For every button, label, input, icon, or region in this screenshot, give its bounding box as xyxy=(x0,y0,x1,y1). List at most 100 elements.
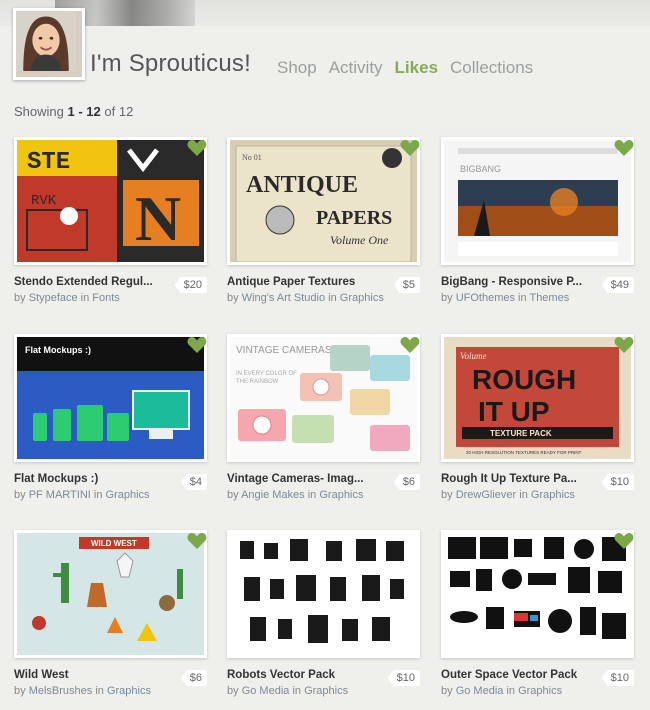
in-word: in xyxy=(95,685,104,697)
by-word: by xyxy=(14,292,26,304)
profile-name: I'm Sprouticus! xyxy=(90,50,251,77)
price-tag: $49 xyxy=(601,277,634,293)
product-thumbnail[interactable]: No 01 ANTIQUE PAPERS Volume One xyxy=(227,137,420,265)
price-tag: $10 xyxy=(601,670,634,686)
like-heart-icon[interactable] xyxy=(399,334,421,356)
author-link[interactable]: Angie Makes xyxy=(241,489,305,501)
category-link[interactable]: Graphics xyxy=(531,489,575,501)
product-byline: by Angie Makes in Graphics xyxy=(227,489,363,501)
thumb-text: No 01 xyxy=(242,153,262,162)
product-thumbnail[interactable] xyxy=(441,530,634,658)
like-heart-icon[interactable] xyxy=(186,137,208,159)
category-link[interactable]: Graphics xyxy=(106,489,150,501)
product-title[interactable]: BigBang - Responsive P... xyxy=(441,276,601,288)
product-title[interactable]: Robots Vector Pack xyxy=(227,669,387,681)
author-link[interactable]: MelsBrushes xyxy=(29,685,93,697)
product-byline: by DrewGliever in Graphics xyxy=(441,489,575,501)
in-word: in xyxy=(506,685,516,697)
in-word: in xyxy=(307,489,317,501)
category-link[interactable]: Graphics xyxy=(304,685,348,697)
product-thumbnail[interactable]: STE RVK N xyxy=(14,137,207,265)
in-word: in xyxy=(292,685,302,697)
in-word: in xyxy=(519,489,528,501)
like-heart-icon[interactable] xyxy=(186,530,208,552)
product-thumbnail[interactable]: Flat Mockups :) xyxy=(14,334,207,462)
category-link[interactable]: Graphics xyxy=(518,685,562,697)
price-tag: $6 xyxy=(393,474,420,490)
thumb-text: PAPERS xyxy=(316,207,392,229)
product-thumbnail[interactable]: VINTAGE CAMERAS IN EVERY COLOR OF THE RA… xyxy=(227,334,420,462)
thumb-text: BIGBANG xyxy=(460,164,501,174)
category-link[interactable]: Fonts xyxy=(92,292,120,304)
thumb-text: Flat Mockups :) xyxy=(25,345,91,355)
author-link[interactable]: UFOthemes xyxy=(456,292,515,304)
price-tag: $6 xyxy=(180,670,207,686)
category-link[interactable]: Graphics xyxy=(340,292,384,304)
product-byline: by Stypeface in Fonts xyxy=(14,292,120,304)
thumb-text: ANTIQUE xyxy=(246,172,358,198)
thumb-text: VINTAGE CAMERAS xyxy=(236,345,332,356)
like-heart-icon[interactable] xyxy=(399,137,421,159)
product-title[interactable]: Antique Paper Textures xyxy=(227,276,387,288)
product-byline: by Go Media in Graphics xyxy=(227,685,348,697)
author-link[interactable]: Stypeface xyxy=(29,292,78,304)
product-title[interactable]: Wild West xyxy=(14,669,174,681)
profile-banner xyxy=(0,0,650,26)
product-thumbnail[interactable]: Volume ROUGH IT UP TEXTURE PACK 20 HIGH … xyxy=(441,334,634,462)
in-word: in xyxy=(80,292,90,304)
nav-activity[interactable]: Activity xyxy=(329,58,383,78)
by-word: by xyxy=(227,292,239,304)
author-link[interactable]: DrewGliever xyxy=(456,489,517,501)
product-thumbnail[interactable] xyxy=(227,530,420,658)
product-byline: by UFOthemes in Themes xyxy=(441,292,569,304)
by-word: by xyxy=(227,489,239,501)
like-heart-icon[interactable] xyxy=(613,137,635,159)
product-byline: by Go Media in Graphics xyxy=(441,685,562,697)
thumb-text: IN EVERY COLOR OF xyxy=(236,371,297,377)
avatar[interactable] xyxy=(13,8,85,80)
product-byline: by Wing's Art Studio in Graphics xyxy=(227,292,384,304)
results-count: Showing 1 - 12 of 12 xyxy=(14,104,133,119)
thumb-text: 20 HIGH RESOLUTION TEXTURES READY FOR PR… xyxy=(466,450,582,455)
by-word: by xyxy=(441,292,453,304)
product-title[interactable]: Flat Mockups :) xyxy=(14,473,174,485)
like-heart-icon[interactable] xyxy=(613,334,635,356)
category-link[interactable]: Themes xyxy=(529,292,569,304)
price-tag: $4 xyxy=(180,474,207,490)
by-word: by xyxy=(14,685,26,697)
category-link[interactable]: Graphics xyxy=(319,489,363,501)
by-word: by xyxy=(227,685,239,697)
author-link[interactable]: Go Media xyxy=(242,685,290,697)
author-link[interactable]: Wing's Art Studio xyxy=(242,292,325,304)
thumb-text: WILD WEST xyxy=(91,539,137,548)
product-byline: by PF MARTINI in Graphics xyxy=(14,489,150,501)
price-tag: $5 xyxy=(393,277,420,293)
price-tag: $20 xyxy=(174,277,207,293)
product-title[interactable]: Stendo Extended Regul... xyxy=(14,276,174,288)
thumb-text: IT UP xyxy=(478,396,550,427)
author-link[interactable]: PF MARTINI xyxy=(29,489,91,501)
nav-likes[interactable]: Likes xyxy=(395,58,438,78)
thumb-text: THE RAINBOW xyxy=(236,379,279,385)
by-word: by xyxy=(14,489,26,501)
author-link[interactable]: Go Media xyxy=(456,685,504,697)
nav-shop[interactable]: Shop xyxy=(277,58,317,78)
showing-total: 12 xyxy=(118,104,134,119)
like-heart-icon[interactable] xyxy=(186,334,208,356)
product-title[interactable]: Outer Space Vector Pack xyxy=(441,669,601,681)
in-word: in xyxy=(328,292,337,304)
product-byline: by MelsBrushes in Graphics xyxy=(14,685,151,697)
showing-range: 1 - 12 xyxy=(67,104,101,119)
product-thumbnail[interactable]: BIGBANG xyxy=(441,137,634,265)
category-link[interactable]: Graphics xyxy=(107,685,151,697)
nav-collections[interactable]: Collections xyxy=(450,58,533,78)
like-heart-icon[interactable] xyxy=(613,530,635,552)
thumb-text: RVK xyxy=(31,193,57,209)
product-thumbnail[interactable]: WILD WEST xyxy=(14,530,207,658)
product-title[interactable]: Rough It Up Texture Pa... xyxy=(441,473,601,485)
showing-prefix: Showing xyxy=(14,104,64,119)
thumb-text: ROUGH xyxy=(472,364,576,395)
in-word: in xyxy=(93,489,103,501)
in-word: in xyxy=(518,292,527,304)
product-title[interactable]: Vintage Cameras- Imag... xyxy=(227,473,387,485)
